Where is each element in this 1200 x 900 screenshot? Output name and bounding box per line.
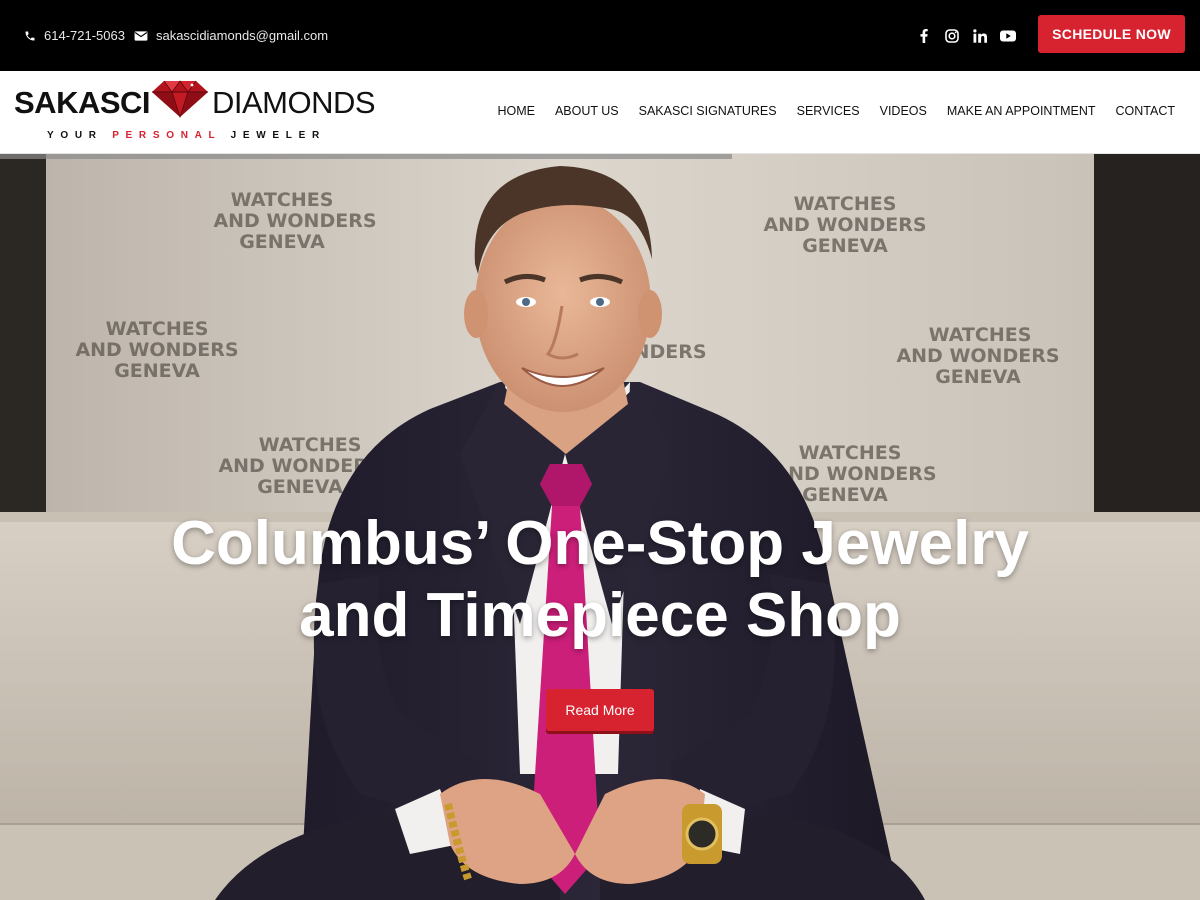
logo-word-sakasci: SAKASCI (14, 85, 151, 120)
nav-make-an-appointment[interactable]: MAKE AN APPOINTMENT (947, 104, 1096, 118)
svg-text:AND WONDERS: AND WONDERS (896, 345, 1059, 367)
svg-text:AND WONDERS: AND WONDERS (773, 463, 936, 485)
top-bar: 614-721-5063 sakascidiamonds@gmail.com S… (0, 0, 1200, 71)
tagline-jeweler: JEWELER (230, 130, 326, 141)
tagline-personal: PERSONAL (112, 130, 222, 141)
svg-text:AND WONDERS: AND WONDERS (75, 339, 238, 361)
site-logo[interactable]: SAKASCI DIAMONDS YOUR PERSONAL JEWELER (14, 79, 376, 147)
hero-heading-line-1: Columbus’ One-Stop Jewelry (171, 509, 1029, 578)
svg-text:WATCHES: WATCHES (231, 189, 334, 211)
svg-text:GENEVA: GENEVA (239, 231, 325, 253)
svg-text:WATCHES: WATCHES (259, 434, 362, 456)
svg-text:WATCHES: WATCHES (929, 324, 1032, 346)
phone-link[interactable]: 614-721-5063 (24, 28, 125, 43)
nav-contact[interactable]: CONTACT (1116, 104, 1176, 118)
logo-wordmark: SAKASCI DIAMONDS (14, 85, 376, 121)
logo-word-diamonds: DIAMONDS (212, 85, 376, 120)
main-nav: HOME ABOUT US SAKASCI SIGNATURES SERVICE… (477, 71, 1175, 151)
svg-text:AND WONDERS: AND WONDERS (213, 210, 376, 232)
svg-text:GENEVA: GENEVA (802, 235, 888, 257)
read-more-button[interactable]: Read More (546, 689, 654, 731)
slider-progress-bar (0, 154, 732, 159)
email-address: sakascidiamonds@gmail.com (155, 28, 329, 43)
facebook-icon[interactable] (910, 22, 938, 50)
envelope-icon (134, 30, 148, 41)
social-links (910, 0, 1022, 71)
svg-text:WATCHES: WATCHES (106, 318, 209, 340)
nav-services[interactable]: SERVICES (797, 104, 860, 118)
phone-icon (25, 31, 35, 40)
contact-info: 614-721-5063 sakascidiamonds@gmail.com (24, 0, 337, 71)
phone-number: 614-721-5063 (44, 28, 125, 43)
svg-text:AND WONDERS: AND WONDERS (763, 214, 926, 236)
tagline-your: YOUR (47, 130, 103, 141)
hero-section: WATCHES AND WONDERS GENEVA WATCHES AND WOND… (0, 154, 1200, 900)
svg-text:WATCHES: WATCHES (794, 193, 897, 215)
schedule-now-button[interactable]: SCHEDULE NOW (1038, 15, 1185, 53)
svg-text:GENEVA: GENEVA (114, 360, 200, 382)
logo-tagline: YOUR PERSONAL JEWELER (47, 130, 326, 141)
svg-text:GENEVA: GENEVA (257, 476, 343, 498)
svg-text:GENEVA: GENEVA (935, 366, 1021, 388)
linkedin-icon[interactable] (966, 22, 994, 50)
nav-videos[interactable]: VIDEOS (880, 104, 927, 118)
nav-about-us[interactable]: ABOUT US (555, 104, 619, 118)
hero-heading: Columbus’ One-Stop Jewelry and Timepiece… (100, 508, 1100, 652)
nav-sakasci-signatures[interactable]: SAKASCI SIGNATURES (639, 104, 777, 118)
youtube-icon[interactable] (994, 22, 1022, 50)
site-header: SAKASCI DIAMONDS YOUR PERSONAL JEWELER H… (0, 71, 1200, 154)
email-link[interactable]: sakascidiamonds@gmail.com (134, 28, 328, 43)
ruby-gem-icon (152, 80, 208, 119)
hero-heading-line-2: and Timepiece Shop (299, 581, 901, 650)
svg-text:GENEVA: GENEVA (802, 484, 888, 506)
instagram-icon[interactable] (938, 22, 966, 50)
nav-home[interactable]: HOME (497, 104, 535, 118)
svg-text:WATCHES: WATCHES (799, 442, 902, 464)
